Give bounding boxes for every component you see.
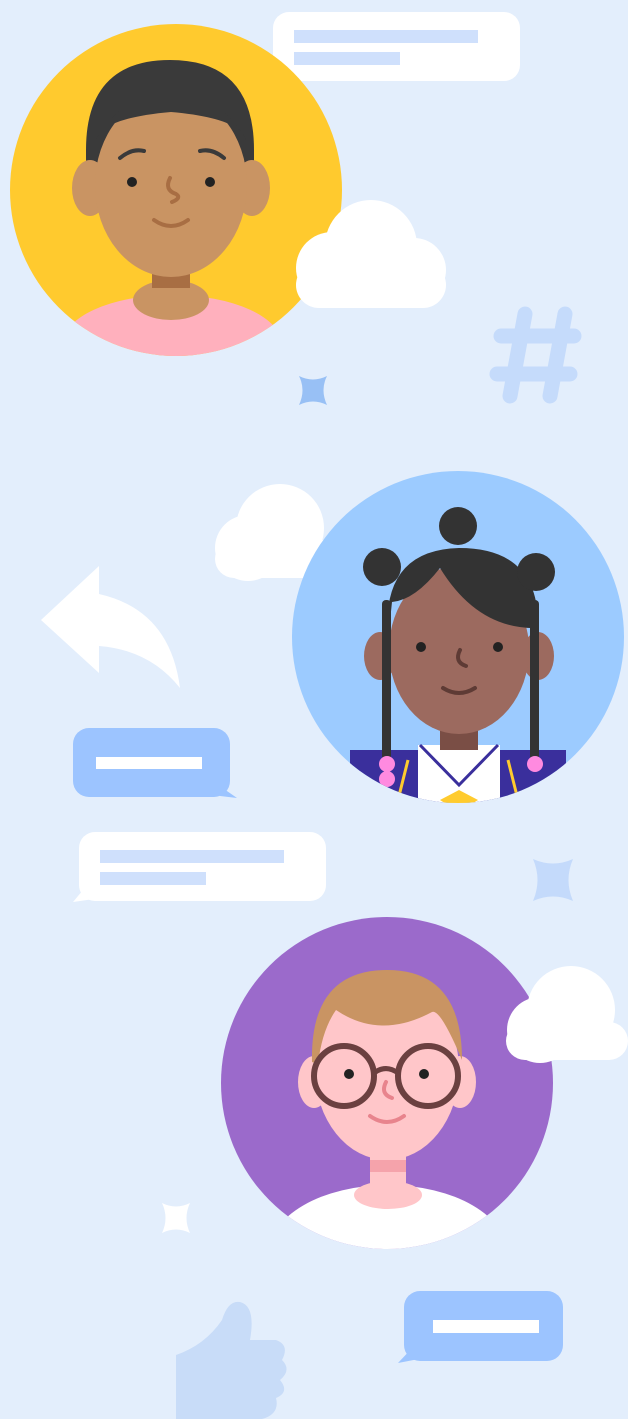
sparkle-star-icon [299, 376, 327, 405]
chat-bubble-blue-right [398, 1291, 563, 1363]
reply-arrow-icon [41, 566, 180, 688]
chat-bubble-blue-left [73, 728, 237, 798]
bubble-text-line [294, 30, 478, 43]
hashtag-icon [489, 306, 582, 404]
bubble-text-line [100, 872, 206, 885]
illustration-canvas [10, 12, 628, 1419]
chat-bubble-middle [73, 832, 326, 902]
sparkle-star-icon [533, 859, 573, 901]
bubble-text-line [294, 52, 400, 65]
thumbs-up-icon [176, 1301, 287, 1419]
avatar-boy [10, 24, 342, 356]
bubble-text-line [100, 850, 284, 863]
avatar-girl-buns [292, 471, 624, 803]
bubble-text-line [96, 757, 202, 769]
chat-bubble-top [268, 12, 520, 82]
bubble-text-line [433, 1320, 539, 1333]
cloud-icon [506, 966, 628, 1063]
sparkle-star-icon [162, 1203, 190, 1233]
avatar-glasses [221, 917, 553, 1249]
chat-community-illustration [0, 0, 628, 1419]
